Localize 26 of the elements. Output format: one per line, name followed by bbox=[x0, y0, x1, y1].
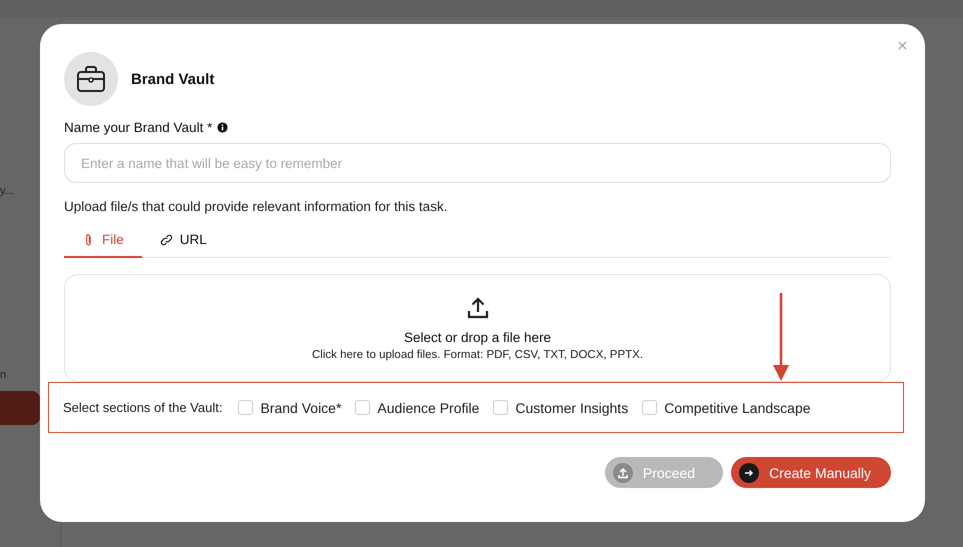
tab[interactable]: File bbox=[64, 224, 142, 258]
checkbox[interactable] bbox=[493, 400, 508, 415]
checkbox[interactable] bbox=[238, 400, 254, 415]
name-input[interactable]: Enter a name that will be easy to remember bbox=[64, 143, 891, 183]
upload-hint: Upload file/s that could provide relevant information for this task. bbox=[64, 199, 448, 214]
tab[interactable]: URL bbox=[142, 224, 225, 258]
drop-zone-title: Select or drop a file here bbox=[404, 330, 552, 344]
background-text: n bbox=[0, 369, 8, 381]
upload-icon bbox=[466, 296, 490, 320]
action-button[interactable]: Create Manually bbox=[731, 457, 891, 488]
field-label: Name your Brand Vault * bbox=[64, 120, 212, 135]
drop-zone-subtitle: Click here to upload files. Format: PDF, CSV, TXT, DOCX, PPTX. bbox=[312, 348, 644, 360]
file-drop-zone[interactable]: Select or drop a file here Click here to upload files. Format: PDF, CSV, TXT, DOCX, PPTX. bbox=[64, 274, 891, 382]
info-icon[interactable] bbox=[217, 122, 228, 133]
upload-icon bbox=[612, 462, 633, 482]
checkbox-label: Customer Insights bbox=[515, 400, 628, 416]
checkbox-label: Competitive Landscape bbox=[664, 400, 811, 416]
checkbox-label: Brand Voice* bbox=[260, 400, 342, 416]
checkbox[interactable] bbox=[642, 400, 658, 415]
background-text: y... bbox=[0, 185, 15, 197]
sections-label: Select sections of the Vault: bbox=[63, 400, 222, 415]
link-icon bbox=[160, 232, 173, 246]
checkbox[interactable] bbox=[355, 400, 370, 415]
checkbox-label: Audience Profile bbox=[377, 400, 480, 416]
close-icon[interactable] bbox=[898, 41, 907, 50]
dialog-title: Brand Vault bbox=[131, 70, 214, 88]
